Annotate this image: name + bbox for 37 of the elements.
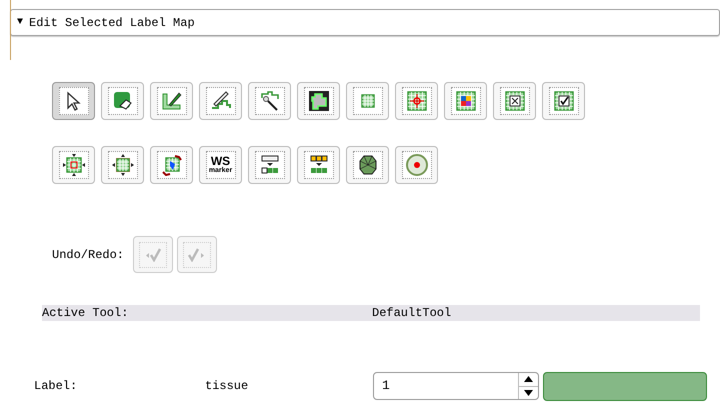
label-color-button[interactable]	[543, 372, 707, 400]
ws-text: WS	[210, 155, 230, 167]
eraser-icon	[112, 90, 134, 112]
gem-icon	[356, 154, 378, 176]
active-tool-value: DefaultTool	[372, 305, 452, 322]
tool-button[interactable]	[346, 146, 389, 184]
merge-blocks-icon	[258, 154, 280, 176]
paintbrush-icon	[160, 90, 182, 112]
checkmark-grid-icon	[552, 90, 574, 112]
expand-toggle-icon[interactable]: ▼	[17, 15, 24, 30]
grow-grid-icon	[112, 154, 134, 176]
tool-button[interactable]	[248, 146, 291, 184]
pencil-icon	[210, 90, 232, 112]
label-name: tissue	[205, 378, 250, 395]
label-spinbox[interactable]: 1	[373, 372, 539, 400]
tool-button[interactable]	[52, 82, 95, 120]
color-grid-icon	[454, 90, 476, 112]
tool-button[interactable]	[297, 146, 340, 184]
target-dot-icon	[406, 154, 428, 176]
tool-button[interactable]	[199, 82, 242, 120]
active-tool-label: Active Tool:	[42, 305, 130, 322]
transfer-grid-icon	[160, 154, 182, 176]
tool-button[interactable]	[493, 82, 536, 120]
tool-button[interactable]	[297, 82, 340, 120]
redo-check-icon	[188, 248, 206, 262]
cross-grid-icon	[504, 90, 526, 112]
undo-check-icon	[144, 248, 162, 262]
magic-wand-icon	[258, 90, 280, 112]
label-caption: Label:	[34, 378, 78, 395]
outline-shape-icon	[308, 90, 330, 112]
section-header[interactable]: ▼ Edit Selected Label Map	[10, 9, 720, 36]
merge-blocks-icon	[308, 154, 330, 176]
crosshair-grid-icon	[406, 90, 428, 112]
undo-redo-label: Undo/Redo:	[52, 246, 124, 264]
tool-button[interactable]	[542, 82, 585, 120]
shrink-grid-icon	[62, 154, 84, 176]
section-title: Edit Selected Label Map	[29, 14, 195, 32]
